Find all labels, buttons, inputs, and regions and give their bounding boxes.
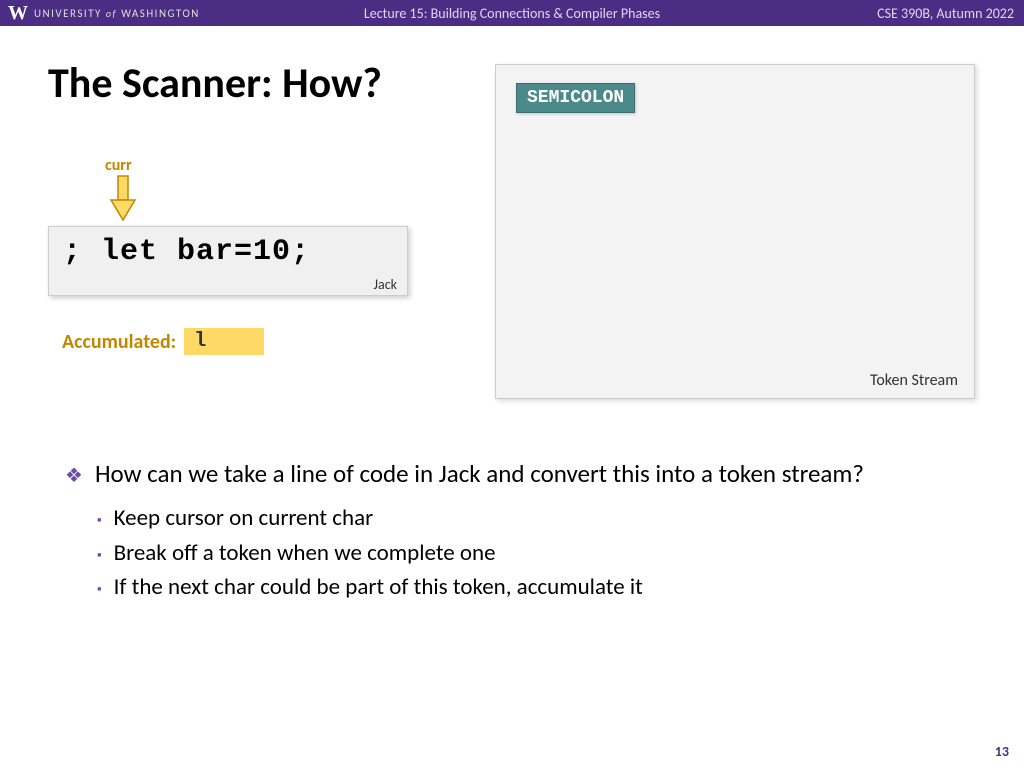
code-box: ; let bar=10; Jack <box>48 226 408 296</box>
course-label: CSE 390B, Autumn 2022 <box>877 5 1024 22</box>
w-logo-icon: W <box>8 2 28 25</box>
sub-bullet-text: If the next char could be part of this t… <box>114 570 643 605</box>
cursor-label: curr <box>105 156 132 175</box>
cursor-arrow-icon <box>108 174 138 229</box>
code-language-label: Jack <box>374 276 397 293</box>
slide-title: The Scanner: How? <box>48 58 382 109</box>
code-text: ; let bar=10; <box>63 235 393 269</box>
bullet-list: ❖ How can we take a line of code in Jack… <box>65 456 945 605</box>
sub-bullet-text: Keep cursor on current char <box>114 501 374 536</box>
square-bullet-icon: ▪ <box>97 546 102 566</box>
slide-content: The Scanner: How? curr ; let bar=10; Jac… <box>0 26 1024 768</box>
accumulated-label: Accumulated: <box>62 330 176 354</box>
sub-bullet: ▪ Keep cursor on current char <box>97 501 945 536</box>
university-logo: W UNIVERSITY of WASHINGTON <box>0 2 200 25</box>
token-stream-panel: SEMICOLON Token Stream <box>495 64 975 399</box>
sub-bullet: ▪ Break off a token when we complete one <box>97 536 945 571</box>
square-bullet-icon: ▪ <box>97 580 102 600</box>
sub-bullet-text: Break off a token when we complete one <box>114 536 496 571</box>
token-stream-label: Token Stream <box>870 371 958 390</box>
accumulated-row: Accumulated: l <box>62 328 264 355</box>
main-bullet: ❖ How can we take a line of code in Jack… <box>65 456 945 491</box>
diamond-bullet-icon: ❖ <box>65 462 83 490</box>
accumulated-value: l <box>184 328 264 355</box>
university-text: UNIVERSITY of WASHINGTON <box>34 7 200 20</box>
page-number: 13 <box>995 743 1009 760</box>
main-bullet-text: How can we take a line of code in Jack a… <box>95 456 864 491</box>
lecture-title: Lecture 15: Building Connections & Compi… <box>364 5 660 22</box>
sub-bullet: ▪ If the next char could be part of this… <box>97 570 945 605</box>
sub-bullet-list: ▪ Keep cursor on current char ▪ Break of… <box>97 501 945 605</box>
token-badge: SEMICOLON <box>516 83 635 113</box>
slide-header: W UNIVERSITY of WASHINGTON Lecture 15: B… <box>0 0 1024 26</box>
square-bullet-icon: ▪ <box>97 511 102 531</box>
